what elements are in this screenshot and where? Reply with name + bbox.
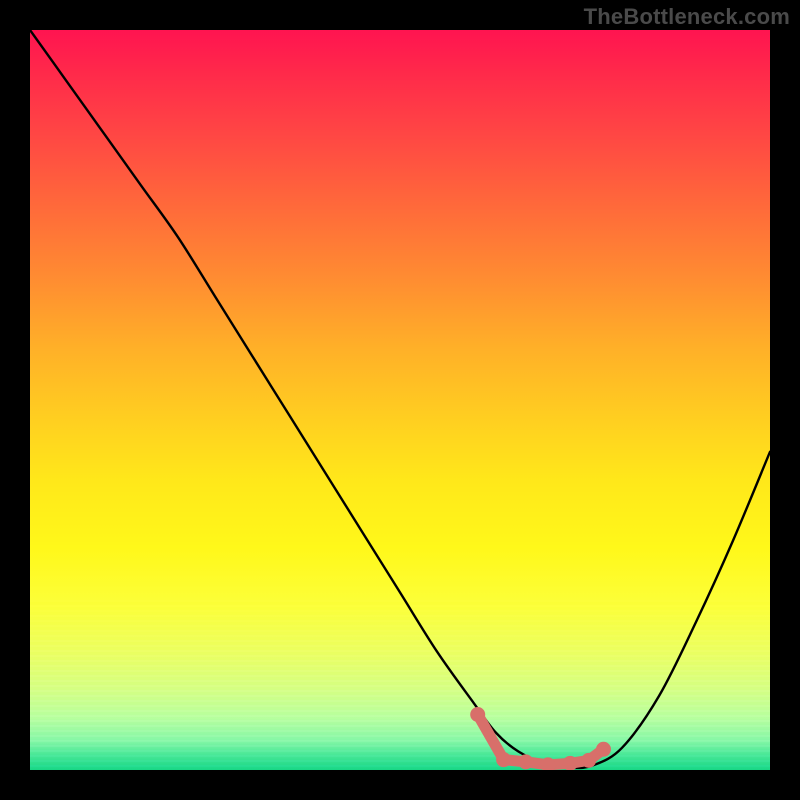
sweet-spot-marker: [518, 754, 533, 769]
sweet-spot-markers: [470, 707, 611, 770]
sweet-spot-marker: [496, 752, 511, 767]
sweet-spot-marker: [581, 753, 596, 768]
sweet-spot-marker: [470, 707, 485, 722]
chart-root: TheBottleneck.com: [0, 0, 800, 800]
watermark-text: TheBottleneck.com: [584, 4, 790, 30]
plot-area: [30, 30, 770, 770]
chart-svg: [30, 30, 770, 770]
sweet-spot-marker: [596, 742, 611, 757]
bottleneck-curve: [30, 30, 770, 768]
